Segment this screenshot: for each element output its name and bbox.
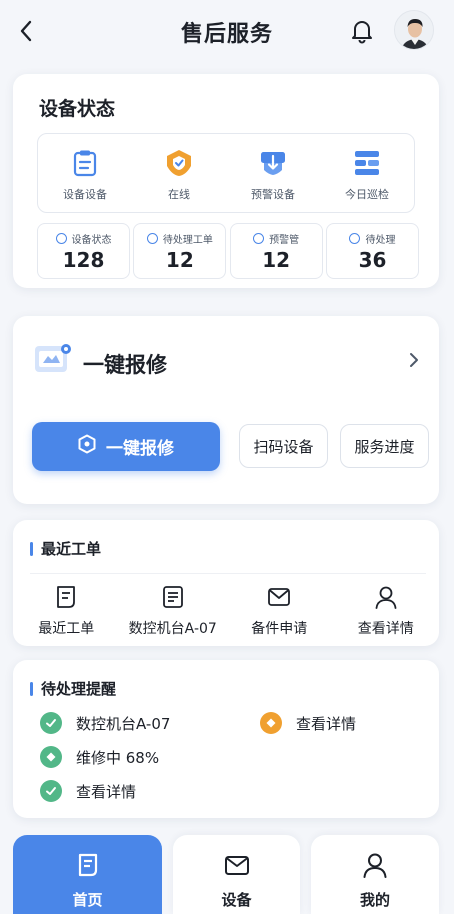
reminders-title-text: 待处理提醒: [41, 680, 117, 698]
status-shortcuts: 设备设备 在线 预警设备 今日巡检: [37, 133, 415, 213]
shortcut-label: 预警设备: [251, 188, 295, 201]
recent-orders-title: 最近工单: [30, 538, 101, 559]
bell-icon[interactable]: [350, 18, 374, 44]
action-label: 查看详情: [357, 621, 414, 637]
stats-row: 设备状态 128 待处理工单 12 预警管 12 待处理 36: [37, 223, 419, 279]
stat-pending[interactable]: 待处理 36: [325, 223, 419, 279]
shortcut-label: 设备设备: [63, 188, 107, 201]
check-badge-icon: [40, 780, 62, 802]
smile-icon: [55, 232, 67, 244]
tab-label: 我的: [359, 891, 390, 909]
action-label: 最近工单: [38, 621, 95, 637]
stat-value: 12: [165, 247, 194, 272]
stat-value: 128: [62, 247, 105, 272]
action-view-details[interactable]: 查看详情: [333, 584, 440, 638]
shortcut-device[interactable]: 设备设备: [38, 134, 132, 212]
scan-device-button[interactable]: 扫码设备: [239, 424, 328, 468]
shortcut-label: 今日巡检: [345, 188, 389, 201]
one-key-repair-button[interactable]: 一键报修: [32, 422, 220, 471]
tab-mine[interactable]: 我的: [311, 835, 439, 914]
page-title: 售后服务: [180, 22, 273, 47]
shortcut-online[interactable]: 在线: [132, 134, 226, 212]
stat-pending-orders[interactable]: 待处理工单 12: [133, 223, 227, 279]
service-progress-button[interactable]: 服务进度: [340, 424, 429, 468]
clipboard-icon: [70, 148, 100, 178]
check-badge-icon: [40, 712, 62, 734]
document-icon: [53, 584, 79, 610]
action-recent-orders[interactable]: 最近工单: [13, 584, 120, 638]
tab-label: 设备: [221, 891, 252, 909]
repair-card: 一键报修 一键报修 扫码设备 服务进度: [13, 316, 439, 504]
reminder-text: 维修中 68%: [76, 748, 160, 767]
envelope-icon: [266, 584, 292, 610]
stat-value: 12: [262, 247, 291, 272]
reminders-card: 待处理提醒 数控机台A-07 查看详情 维修中 68% 查看详情: [13, 660, 439, 818]
stat-alerts[interactable]: 预警管 12: [229, 223, 323, 279]
hexagon-icon: [78, 434, 96, 459]
shortcut-alert[interactable]: 预警设备: [226, 134, 320, 212]
action-label: 数控机台A-07: [128, 621, 217, 637]
action-cnc-machine[interactable]: 数控机台A-07: [120, 584, 227, 638]
repair-illustration-icon: [34, 343, 72, 375]
alert-download-icon: [258, 148, 288, 178]
device-status-card: 设备状态 设备设备 在线 预警设备 今日巡检 设备状态 128 待处理工单 12…: [13, 74, 439, 288]
smile-icon: [146, 232, 158, 244]
reminder-text: 数控机台A-07: [76, 714, 171, 733]
device-status-title: 设备状态: [39, 98, 116, 120]
reminder-item[interactable]: 维修中 68%: [40, 746, 159, 768]
recent-orders-title-text: 最近工单: [41, 540, 102, 558]
stat-device-status[interactable]: 设备状态 128: [37, 223, 130, 279]
stat-value: 36: [358, 247, 387, 272]
top-bar: 售后服务: [0, 0, 454, 64]
chevron-right-icon[interactable]: [409, 352, 419, 372]
back-icon[interactable]: [14, 18, 38, 44]
section-accent-bar: [30, 541, 33, 556]
one-key-repair-label: 一键报修: [106, 439, 174, 459]
tab-home[interactable]: 首页: [13, 835, 162, 914]
home-doc-icon: [74, 851, 102, 883]
repair-title: 一键报修: [83, 353, 167, 377]
stat-label: 待处理工单: [162, 234, 213, 246]
tab-label: 首页: [72, 891, 103, 909]
avatar[interactable]: [394, 10, 434, 50]
action-label: 备件申请: [251, 621, 308, 637]
reminder-text: 查看详情: [76, 782, 137, 801]
reminder-text: 查看详情: [296, 714, 357, 733]
envelope-icon: [223, 851, 251, 883]
smile-icon: [349, 232, 361, 244]
recent-orders-card: 最近工单 最近工单 数控机台A-07 备件申请 查看详情: [13, 520, 439, 646]
divider: [30, 573, 426, 574]
shield-icon: [164, 148, 194, 178]
document-list-icon: [160, 584, 186, 610]
reminder-item[interactable]: 查看详情: [260, 712, 356, 734]
reminder-item[interactable]: 查看详情: [40, 780, 136, 802]
action-parts-request[interactable]: 备件申请: [226, 584, 333, 638]
recent-orders-actions: 最近工单 数控机台A-07 备件申请 查看详情: [13, 584, 439, 638]
stat-label: 预警管: [269, 234, 300, 246]
reminders-title: 待处理提醒: [30, 678, 116, 699]
stat-label: 设备状态: [71, 234, 112, 246]
smile-icon: [253, 232, 265, 244]
section-accent-bar: [30, 681, 33, 696]
list-stack-icon: [352, 148, 382, 178]
diamond-badge-icon: [40, 746, 62, 768]
reminder-item[interactable]: 数控机台A-07: [40, 712, 170, 734]
alert-badge-icon: [260, 712, 282, 734]
stat-label: 待处理: [365, 234, 396, 246]
tab-device[interactable]: 设备: [173, 835, 300, 914]
shortcut-label: 在线: [168, 188, 190, 201]
shortcut-inspection[interactable]: 今日巡检: [320, 134, 414, 212]
user-icon: [361, 851, 389, 883]
user-icon: [373, 584, 399, 610]
